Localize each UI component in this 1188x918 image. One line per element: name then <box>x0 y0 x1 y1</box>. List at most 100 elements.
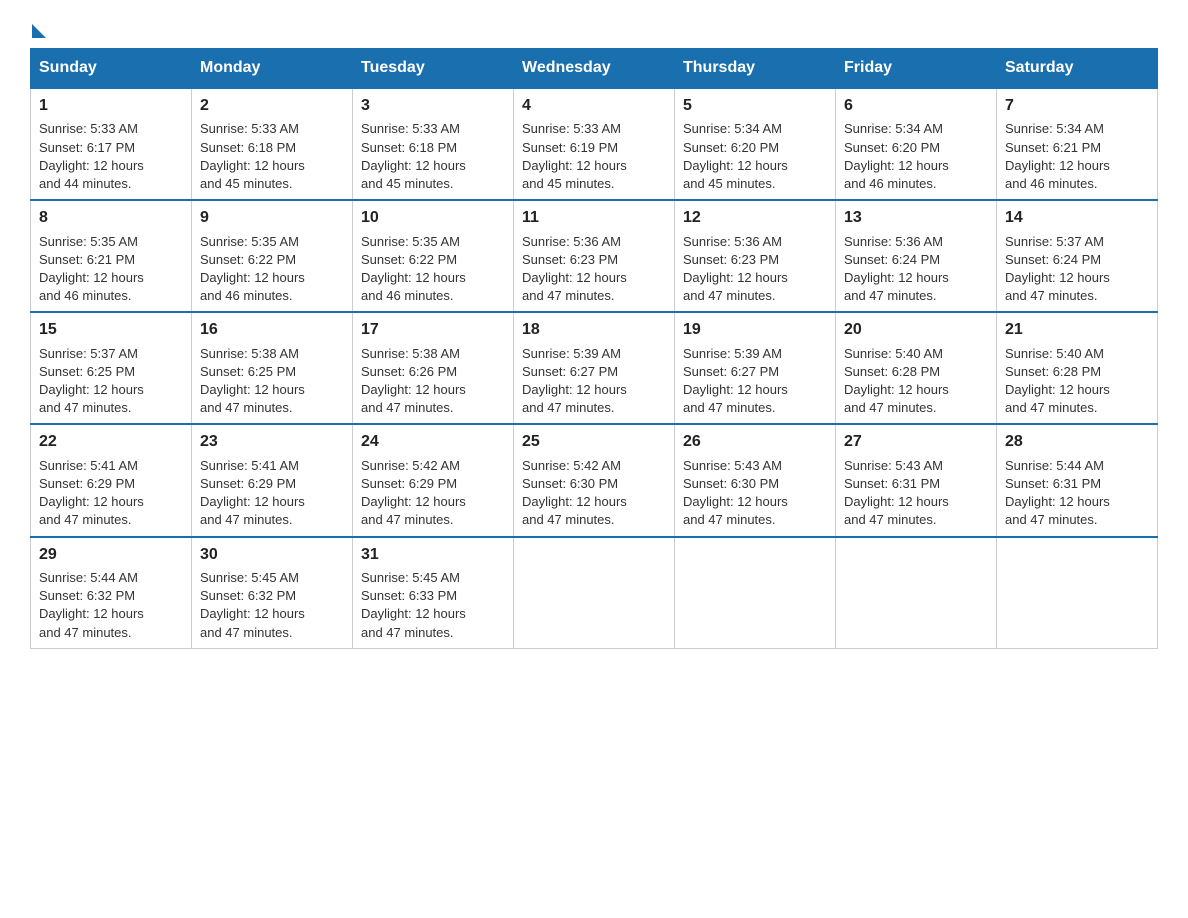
day-info: Sunrise: 5:43 AMSunset: 6:30 PMDaylight:… <box>683 458 788 528</box>
calendar-cell: 3 Sunrise: 5:33 AMSunset: 6:18 PMDayligh… <box>353 88 514 200</box>
calendar-cell: 5 Sunrise: 5:34 AMSunset: 6:20 PMDayligh… <box>675 88 836 200</box>
calendar-header-row: SundayMondayTuesdayWednesdayThursdayFrid… <box>31 49 1158 89</box>
calendar-cell: 18 Sunrise: 5:39 AMSunset: 6:27 PMDaylig… <box>514 312 675 424</box>
day-number: 25 <box>522 431 666 453</box>
calendar-cell: 25 Sunrise: 5:42 AMSunset: 6:30 PMDaylig… <box>514 424 675 536</box>
day-number: 16 <box>200 319 344 341</box>
calendar-cell: 27 Sunrise: 5:43 AMSunset: 6:31 PMDaylig… <box>836 424 997 536</box>
day-number: 17 <box>361 319 505 341</box>
calendar-cell: 7 Sunrise: 5:34 AMSunset: 6:21 PMDayligh… <box>997 88 1158 200</box>
calendar-table: SundayMondayTuesdayWednesdayThursdayFrid… <box>30 48 1158 649</box>
day-header-tuesday: Tuesday <box>353 49 514 89</box>
day-number: 9 <box>200 207 344 229</box>
day-number: 20 <box>844 319 988 341</box>
day-info: Sunrise: 5:37 AMSunset: 6:25 PMDaylight:… <box>39 346 144 416</box>
day-info: Sunrise: 5:40 AMSunset: 6:28 PMDaylight:… <box>844 346 949 416</box>
calendar-cell: 30 Sunrise: 5:45 AMSunset: 6:32 PMDaylig… <box>192 537 353 649</box>
day-info: Sunrise: 5:36 AMSunset: 6:23 PMDaylight:… <box>522 234 627 304</box>
day-number: 14 <box>1005 207 1149 229</box>
day-info: Sunrise: 5:35 AMSunset: 6:22 PMDaylight:… <box>361 234 466 304</box>
day-number: 12 <box>683 207 827 229</box>
day-number: 1 <box>39 95 183 117</box>
day-number: 3 <box>361 95 505 117</box>
calendar-cell: 4 Sunrise: 5:33 AMSunset: 6:19 PMDayligh… <box>514 88 675 200</box>
calendar-cell: 15 Sunrise: 5:37 AMSunset: 6:25 PMDaylig… <box>31 312 192 424</box>
calendar-week-row: 29 Sunrise: 5:44 AMSunset: 6:32 PMDaylig… <box>31 537 1158 649</box>
day-info: Sunrise: 5:33 AMSunset: 6:18 PMDaylight:… <box>361 121 466 191</box>
calendar-cell <box>836 537 997 649</box>
day-number: 27 <box>844 431 988 453</box>
calendar-cell: 29 Sunrise: 5:44 AMSunset: 6:32 PMDaylig… <box>31 537 192 649</box>
day-number: 24 <box>361 431 505 453</box>
day-info: Sunrise: 5:38 AMSunset: 6:25 PMDaylight:… <box>200 346 305 416</box>
day-number: 29 <box>39 544 183 566</box>
calendar-cell: 24 Sunrise: 5:42 AMSunset: 6:29 PMDaylig… <box>353 424 514 536</box>
calendar-cell: 16 Sunrise: 5:38 AMSunset: 6:25 PMDaylig… <box>192 312 353 424</box>
day-info: Sunrise: 5:39 AMSunset: 6:27 PMDaylight:… <box>683 346 788 416</box>
calendar-cell <box>997 537 1158 649</box>
day-number: 10 <box>361 207 505 229</box>
calendar-cell: 14 Sunrise: 5:37 AMSunset: 6:24 PMDaylig… <box>997 200 1158 312</box>
calendar-cell: 26 Sunrise: 5:43 AMSunset: 6:30 PMDaylig… <box>675 424 836 536</box>
calendar-cell: 1 Sunrise: 5:33 AMSunset: 6:17 PMDayligh… <box>31 88 192 200</box>
day-number: 30 <box>200 544 344 566</box>
day-info: Sunrise: 5:44 AMSunset: 6:31 PMDaylight:… <box>1005 458 1110 528</box>
day-info: Sunrise: 5:41 AMSunset: 6:29 PMDaylight:… <box>200 458 305 528</box>
day-info: Sunrise: 5:33 AMSunset: 6:18 PMDaylight:… <box>200 121 305 191</box>
day-header-sunday: Sunday <box>31 49 192 89</box>
day-info: Sunrise: 5:39 AMSunset: 6:27 PMDaylight:… <box>522 346 627 416</box>
logo <box>30 20 46 38</box>
calendar-week-row: 8 Sunrise: 5:35 AMSunset: 6:21 PMDayligh… <box>31 200 1158 312</box>
calendar-cell: 21 Sunrise: 5:40 AMSunset: 6:28 PMDaylig… <box>997 312 1158 424</box>
day-number: 2 <box>200 95 344 117</box>
day-info: Sunrise: 5:34 AMSunset: 6:20 PMDaylight:… <box>844 121 949 191</box>
calendar-cell: 17 Sunrise: 5:38 AMSunset: 6:26 PMDaylig… <box>353 312 514 424</box>
day-number: 26 <box>683 431 827 453</box>
day-header-wednesday: Wednesday <box>514 49 675 89</box>
day-info: Sunrise: 5:33 AMSunset: 6:19 PMDaylight:… <box>522 121 627 191</box>
calendar-week-row: 1 Sunrise: 5:33 AMSunset: 6:17 PMDayligh… <box>31 88 1158 200</box>
calendar-cell: 8 Sunrise: 5:35 AMSunset: 6:21 PMDayligh… <box>31 200 192 312</box>
day-info: Sunrise: 5:36 AMSunset: 6:24 PMDaylight:… <box>844 234 949 304</box>
day-number: 23 <box>200 431 344 453</box>
calendar-week-row: 22 Sunrise: 5:41 AMSunset: 6:29 PMDaylig… <box>31 424 1158 536</box>
calendar-week-row: 15 Sunrise: 5:37 AMSunset: 6:25 PMDaylig… <box>31 312 1158 424</box>
day-number: 8 <box>39 207 183 229</box>
calendar-cell: 12 Sunrise: 5:36 AMSunset: 6:23 PMDaylig… <box>675 200 836 312</box>
day-info: Sunrise: 5:45 AMSunset: 6:33 PMDaylight:… <box>361 570 466 640</box>
calendar-cell: 9 Sunrise: 5:35 AMSunset: 6:22 PMDayligh… <box>192 200 353 312</box>
calendar-cell: 19 Sunrise: 5:39 AMSunset: 6:27 PMDaylig… <box>675 312 836 424</box>
day-info: Sunrise: 5:43 AMSunset: 6:31 PMDaylight:… <box>844 458 949 528</box>
calendar-cell: 28 Sunrise: 5:44 AMSunset: 6:31 PMDaylig… <box>997 424 1158 536</box>
day-number: 11 <box>522 207 666 229</box>
day-header-saturday: Saturday <box>997 49 1158 89</box>
calendar-cell: 31 Sunrise: 5:45 AMSunset: 6:33 PMDaylig… <box>353 537 514 649</box>
day-info: Sunrise: 5:42 AMSunset: 6:30 PMDaylight:… <box>522 458 627 528</box>
calendar-cell <box>514 537 675 649</box>
day-number: 15 <box>39 319 183 341</box>
day-info: Sunrise: 5:34 AMSunset: 6:21 PMDaylight:… <box>1005 121 1110 191</box>
day-info: Sunrise: 5:34 AMSunset: 6:20 PMDaylight:… <box>683 121 788 191</box>
day-number: 4 <box>522 95 666 117</box>
day-number: 19 <box>683 319 827 341</box>
day-number: 21 <box>1005 319 1149 341</box>
day-number: 13 <box>844 207 988 229</box>
day-header-friday: Friday <box>836 49 997 89</box>
day-number: 22 <box>39 431 183 453</box>
day-number: 28 <box>1005 431 1149 453</box>
day-number: 6 <box>844 95 988 117</box>
calendar-cell: 10 Sunrise: 5:35 AMSunset: 6:22 PMDaylig… <box>353 200 514 312</box>
calendar-cell: 2 Sunrise: 5:33 AMSunset: 6:18 PMDayligh… <box>192 88 353 200</box>
calendar-cell: 6 Sunrise: 5:34 AMSunset: 6:20 PMDayligh… <box>836 88 997 200</box>
day-info: Sunrise: 5:38 AMSunset: 6:26 PMDaylight:… <box>361 346 466 416</box>
day-number: 7 <box>1005 95 1149 117</box>
day-info: Sunrise: 5:36 AMSunset: 6:23 PMDaylight:… <box>683 234 788 304</box>
day-number: 5 <box>683 95 827 117</box>
calendar-cell <box>675 537 836 649</box>
day-info: Sunrise: 5:35 AMSunset: 6:21 PMDaylight:… <box>39 234 144 304</box>
day-number: 31 <box>361 544 505 566</box>
day-info: Sunrise: 5:40 AMSunset: 6:28 PMDaylight:… <box>1005 346 1110 416</box>
logo-text <box>30 20 46 38</box>
day-info: Sunrise: 5:37 AMSunset: 6:24 PMDaylight:… <box>1005 234 1110 304</box>
day-info: Sunrise: 5:35 AMSunset: 6:22 PMDaylight:… <box>200 234 305 304</box>
